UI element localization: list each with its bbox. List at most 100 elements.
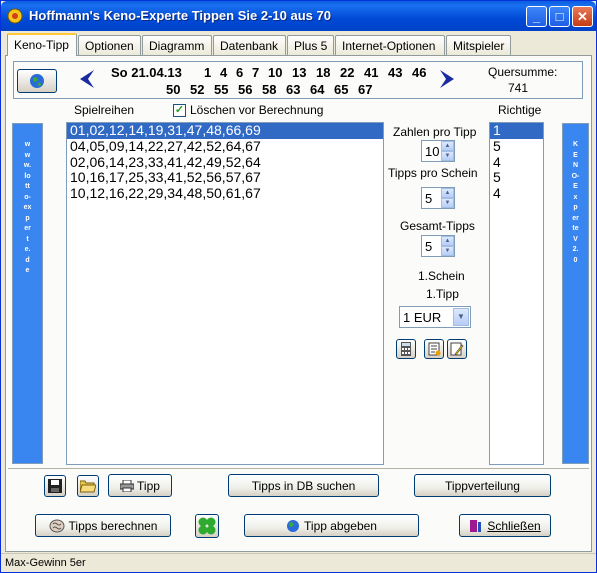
schliessen-button[interactable]: Schließen <box>459 514 551 537</box>
draw-number: 64 <box>310 82 325 97</box>
tippverteilung-button[interactable]: Tippverteilung <box>414 474 551 497</box>
loeschen-label: Löschen vor Berechnung <box>190 103 324 117</box>
draw-number: 63 <box>286 82 301 97</box>
keno-tipp-panel: So 21.04.13 1 4 6 7 10 13 18 22 41 43 46… <box>5 55 592 552</box>
draw-date: So 21.04.13 <box>111 65 182 80</box>
richtige-label: Richtige <box>498 103 542 117</box>
draw-results: So 21.04.13 1 4 6 7 10 13 18 22 41 43 46… <box>13 61 583 99</box>
draw-number: 4 <box>220 65 228 80</box>
spin-down-icon[interactable]: ▼ <box>441 246 454 256</box>
list-item[interactable]: 01,02,12,14,19,31,47,48,66,69 <box>67 122 383 139</box>
draw-number: 22 <box>340 65 355 80</box>
title-bar[interactable]: Hoffmann's Keno-Experte Tippen Sie 2-10 … <box>1 1 596 31</box>
tipps-berechnen-label: Tipps berechnen <box>68 519 158 533</box>
loeschen-checkbox[interactable]: ✓ <box>173 104 186 117</box>
tab-mitspieler[interactable]: Mitspieler <box>446 35 511 55</box>
app-icon <box>7 8 23 24</box>
spielreihen-list[interactable]: 01,02,12,14,19,31,47,48,66,69 04,05,09,1… <box>66 122 384 465</box>
draw-number: 1 <box>204 65 212 80</box>
draw-number: 56 <box>238 82 253 97</box>
list-item[interactable]: 5 <box>490 170 543 186</box>
close-button[interactable]: ✕ <box>572 6 593 27</box>
spin-up-icon[interactable]: ▲ <box>441 188 454 198</box>
quersumme-label: Quersumme: <box>488 65 558 79</box>
spin-up-icon[interactable]: ▲ <box>441 236 454 246</box>
draw-number: 65 <box>334 82 349 97</box>
document-print-icon <box>428 342 441 356</box>
version-banner: KENO-Experte V 2.0 <box>562 123 589 464</box>
globe-button[interactable] <box>17 69 57 93</box>
spinner-value: 5 <box>425 191 433 206</box>
spinner-value: 5 <box>425 239 433 254</box>
version-banner-text: KENO-Experte V 2.0 <box>571 141 580 264</box>
save-button[interactable] <box>44 475 66 497</box>
calculator-button[interactable] <box>396 339 416 359</box>
draw-number: 67 <box>358 82 373 97</box>
spin-down-icon[interactable]: ▼ <box>441 198 454 208</box>
list-item[interactable]: 04,05,09,14,22,27,42,52,64,67 <box>67 138 383 155</box>
open-button[interactable] <box>77 475 99 497</box>
richtige-list[interactable]: 1 5 4 5 4 <box>489 122 544 465</box>
schein-label: 1.Schein <box>418 269 465 283</box>
folder-open-icon <box>79 480 97 493</box>
list-item[interactable]: 02,06,14,23,33,41,42,49,52,64 <box>67 154 383 171</box>
floppy-disk-icon <box>48 479 62 493</box>
draw-number: 55 <box>214 82 229 97</box>
print-settings-button[interactable] <box>424 339 444 359</box>
schliessen-label: Schließen <box>487 519 541 533</box>
edit-button[interactable] <box>447 339 467 359</box>
status-text: Max-Gewinn 5er <box>5 557 86 569</box>
draw-number: 50 <box>166 82 181 97</box>
spin-down-icon[interactable]: ▼ <box>441 151 454 161</box>
calculator-icon <box>401 342 411 356</box>
list-item[interactable]: 10,12,16,22,29,34,48,50,61,67 <box>67 185 383 202</box>
draw-number: 6 <box>236 65 244 80</box>
list-item[interactable]: 4 <box>490 154 543 171</box>
chevron-down-icon[interactable]: ▼ <box>453 308 469 326</box>
tipp-index-label: 1.Tipp <box>426 287 459 301</box>
tab-plus5[interactable]: Plus 5 <box>287 35 334 55</box>
status-bar: Max-Gewinn 5er <box>1 553 596 572</box>
spielreihen-label: Spielreihen <box>74 103 135 117</box>
brain-icon <box>49 519 65 533</box>
website-banner-text: www.lotto-experte.de <box>23 141 32 274</box>
tab-keno-tipp[interactable]: Keno-Tipp <box>7 33 77 56</box>
draw-number: 43 <box>388 65 403 80</box>
tab-datenbank[interactable]: Datenbank <box>213 35 286 55</box>
globe-icon <box>287 520 300 532</box>
next-draw-arrow-icon[interactable] <box>440 70 454 88</box>
website-banner: www.lotto-experte.de <box>12 123 43 464</box>
clover-button[interactable] <box>195 514 219 538</box>
tab-optionen[interactable]: Optionen <box>78 35 141 55</box>
minimize-button[interactable]: _ <box>526 6 547 27</box>
spinner-value: 10 <box>425 144 440 159</box>
tipps-pro-schein-spinner[interactable]: 5 ▲ ▼ <box>421 187 455 209</box>
tab-diagramm[interactable]: Diagramm <box>142 35 212 55</box>
draw-number: 52 <box>190 82 205 97</box>
list-item[interactable]: 10,16,17,25,33,41,52,56,57,67 <box>67 170 383 186</box>
window-title: Hoffmann's Keno-Experte Tippen Sie 2-10 … <box>29 8 331 23</box>
printer-icon <box>119 479 135 493</box>
einsatz-select[interactable]: 1 EUR ▼ <box>399 306 471 328</box>
einsatz-value: 1 EUR <box>403 310 442 325</box>
tipp-print-button[interactable]: Tipp <box>108 474 172 497</box>
zahlen-pro-tipp-spinner[interactable]: 10 ▲ ▼ <box>421 140 455 162</box>
quersumme-value: 741 <box>508 81 529 95</box>
gesamt-tipps-spinner[interactable]: 5 ▲ ▼ <box>421 235 455 257</box>
spin-up-icon[interactable]: ▲ <box>441 141 454 151</box>
prev-draw-arrow-icon[interactable] <box>80 70 94 88</box>
globe-icon <box>30 74 44 88</box>
zahlen-pro-tipp-label: Zahlen pro Tipp <box>393 125 477 139</box>
tipps-berechnen-button[interactable]: Tipps berechnen <box>35 514 171 537</box>
draw-number: 41 <box>364 65 379 80</box>
maximize-button[interactable]: □ <box>549 6 570 27</box>
list-item[interactable]: 1 <box>490 122 543 139</box>
draw-number: 58 <box>262 82 277 97</box>
four-leaf-clover-icon <box>198 517 216 535</box>
tipp-abgeben-button[interactable]: Tipp abgeben <box>244 514 419 537</box>
tipps-in-db-suchen-button[interactable]: Tipps in DB suchen <box>228 474 379 497</box>
list-item[interactable]: 5 <box>490 138 543 155</box>
draw-number: 13 <box>292 65 307 80</box>
tab-internet-optionen[interactable]: Internet-Optionen <box>335 35 445 55</box>
list-item[interactable]: 4 <box>490 185 543 202</box>
